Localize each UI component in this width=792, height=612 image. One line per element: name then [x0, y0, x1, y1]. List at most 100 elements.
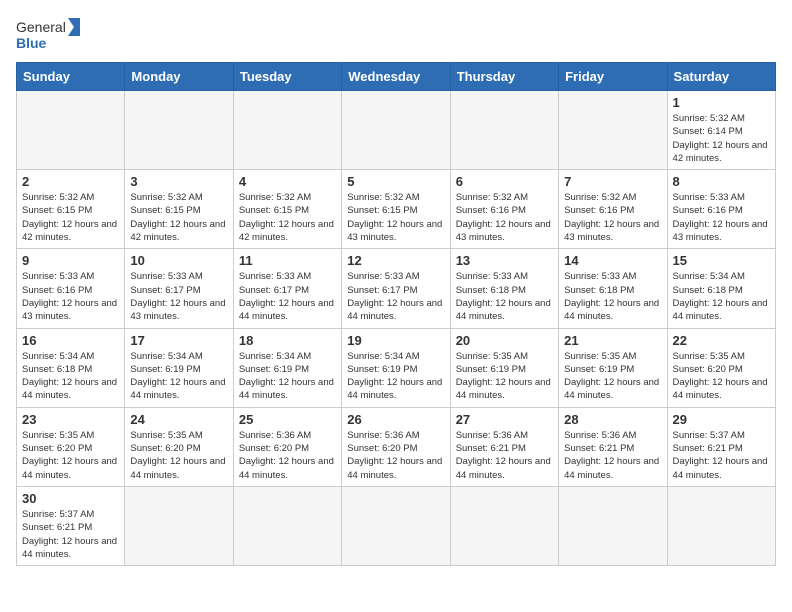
- day-info: Sunrise: 5:32 AM Sunset: 6:15 PM Dayligh…: [347, 191, 444, 244]
- day-info: Sunrise: 5:35 AM Sunset: 6:20 PM Dayligh…: [130, 429, 227, 482]
- day-cell: 16 Sunrise: 5:34 AM Sunset: 6:18 PM Dayli…: [17, 328, 125, 407]
- day-info: Sunrise: 5:35 AM Sunset: 6:20 PM Dayligh…: [22, 429, 119, 482]
- week-row-3: 9 Sunrise: 5:33 AM Sunset: 6:16 PM Daylig…: [17, 249, 776, 328]
- day-cell: 28Sunrise: 5:36 AM Sunset: 6:21 PM Dayli…: [559, 407, 667, 486]
- day-number: 9: [22, 253, 119, 268]
- day-cell: [342, 486, 450, 565]
- day-number: 8: [673, 174, 770, 189]
- day-info: Sunrise: 5:33 AM Sunset: 6:17 PM Dayligh…: [130, 270, 227, 323]
- day-cell: [559, 486, 667, 565]
- day-cell: 21 Sunrise: 5:35 AM Sunset: 6:19 PM Dayli…: [559, 328, 667, 407]
- day-number: 13: [456, 253, 553, 268]
- day-cell: 18Sunrise: 5:34 AM Sunset: 6:19 PM Dayli…: [233, 328, 341, 407]
- day-number: 21: [564, 333, 661, 348]
- day-number: 22: [673, 333, 770, 348]
- day-cell: 30 Sunrise: 5:37 AM Sunset: 6:21 PM Dayli…: [17, 486, 125, 565]
- day-cell: [450, 91, 558, 170]
- day-number: 16: [22, 333, 119, 348]
- weekday-header-wednesday: Wednesday: [342, 63, 450, 91]
- day-cell: 7 Sunrise: 5:32 AM Sunset: 6:16 PM Daylig…: [559, 170, 667, 249]
- weekday-header-sunday: Sunday: [17, 63, 125, 91]
- day-info: Sunrise: 5:36 AM Sunset: 6:20 PM Dayligh…: [347, 429, 444, 482]
- day-info: Sunrise: 5:37 AM Sunset: 6:21 PM Dayligh…: [673, 429, 770, 482]
- week-row-6: 30 Sunrise: 5:37 AM Sunset: 6:21 PM Dayli…: [17, 486, 776, 565]
- day-cell: 14 Sunrise: 5:33 AM Sunset: 6:18 PM Dayli…: [559, 249, 667, 328]
- day-info: Sunrise: 5:33 AM Sunset: 6:16 PM Dayligh…: [22, 270, 119, 323]
- day-cell: 19 Sunrise: 5:34 AM Sunset: 6:19 PM Dayli…: [342, 328, 450, 407]
- day-cell: 5Sunrise: 5:32 AM Sunset: 6:15 PM Daylig…: [342, 170, 450, 249]
- day-cell: [559, 91, 667, 170]
- day-info: Sunrise: 5:32 AM Sunset: 6:14 PM Dayligh…: [673, 112, 770, 165]
- day-cell: [233, 91, 341, 170]
- day-cell: 11 Sunrise: 5:33 AM Sunset: 6:17 PM Dayli…: [233, 249, 341, 328]
- day-number: 19: [347, 333, 444, 348]
- day-number: 29: [673, 412, 770, 427]
- day-cell: 22 Sunrise: 5:35 AM Sunset: 6:20 PM Dayli…: [667, 328, 775, 407]
- day-number: 3: [130, 174, 227, 189]
- day-cell: 17Sunrise: 5:34 AM Sunset: 6:19 PM Dayli…: [125, 328, 233, 407]
- day-number: 12: [347, 253, 444, 268]
- logo: GeneralBlue: [16, 16, 86, 54]
- weekday-header-thursday: Thursday: [450, 63, 558, 91]
- day-info: Sunrise: 5:32 AM Sunset: 6:16 PM Dayligh…: [564, 191, 661, 244]
- day-info: Sunrise: 5:34 AM Sunset: 6:19 PM Dayligh…: [347, 350, 444, 403]
- day-info: Sunrise: 5:36 AM Sunset: 6:21 PM Dayligh…: [456, 429, 553, 482]
- day-cell: 24Sunrise: 5:35 AM Sunset: 6:20 PM Dayli…: [125, 407, 233, 486]
- day-cell: [17, 91, 125, 170]
- day-number: 7: [564, 174, 661, 189]
- weekday-header-saturday: Saturday: [667, 63, 775, 91]
- day-number: 11: [239, 253, 336, 268]
- day-number: 30: [22, 491, 119, 506]
- day-info: Sunrise: 5:34 AM Sunset: 6:18 PM Dayligh…: [673, 270, 770, 323]
- day-cell: 20Sunrise: 5:35 AM Sunset: 6:19 PM Dayli…: [450, 328, 558, 407]
- day-cell: 29 Sunrise: 5:37 AM Sunset: 6:21 PM Dayli…: [667, 407, 775, 486]
- day-cell: 27 Sunrise: 5:36 AM Sunset: 6:21 PM Dayli…: [450, 407, 558, 486]
- day-cell: 12 Sunrise: 5:33 AM Sunset: 6:17 PM Dayli…: [342, 249, 450, 328]
- day-cell: [450, 486, 558, 565]
- day-info: Sunrise: 5:37 AM Sunset: 6:21 PM Dayligh…: [22, 508, 119, 561]
- generalblue-logo-icon: GeneralBlue: [16, 16, 86, 54]
- day-cell: 8Sunrise: 5:33 AM Sunset: 6:16 PM Daylig…: [667, 170, 775, 249]
- weekday-header-row: SundayMondayTuesdayWednesdayThursdayFrid…: [17, 63, 776, 91]
- week-row-1: 1Sunrise: 5:32 AM Sunset: 6:14 PM Daylig…: [17, 91, 776, 170]
- day-info: Sunrise: 5:33 AM Sunset: 6:17 PM Dayligh…: [347, 270, 444, 323]
- day-cell: [125, 486, 233, 565]
- day-info: Sunrise: 5:33 AM Sunset: 6:18 PM Dayligh…: [564, 270, 661, 323]
- day-cell: [233, 486, 341, 565]
- day-info: Sunrise: 5:32 AM Sunset: 6:15 PM Dayligh…: [239, 191, 336, 244]
- day-cell: 15 Sunrise: 5:34 AM Sunset: 6:18 PM Dayli…: [667, 249, 775, 328]
- day-number: 14: [564, 253, 661, 268]
- day-cell: [667, 486, 775, 565]
- day-cell: 2Sunrise: 5:32 AM Sunset: 6:15 PM Daylig…: [17, 170, 125, 249]
- weekday-header-monday: Monday: [125, 63, 233, 91]
- day-info: Sunrise: 5:35 AM Sunset: 6:20 PM Dayligh…: [673, 350, 770, 403]
- day-info: Sunrise: 5:33 AM Sunset: 6:17 PM Dayligh…: [239, 270, 336, 323]
- svg-text:Blue: Blue: [16, 35, 47, 51]
- weekday-header-friday: Friday: [559, 63, 667, 91]
- day-number: 27: [456, 412, 553, 427]
- calendar-table: SundayMondayTuesdayWednesdayThursdayFrid…: [16, 62, 776, 566]
- day-info: Sunrise: 5:36 AM Sunset: 6:21 PM Dayligh…: [564, 429, 661, 482]
- week-row-2: 2 Sunrise: 5:32 AM Sunset: 6:15 PM Daylig…: [17, 170, 776, 249]
- day-info: Sunrise: 5:32 AM Sunset: 6:15 PM Dayligh…: [130, 191, 227, 244]
- day-info: Sunrise: 5:34 AM Sunset: 6:19 PM Dayligh…: [239, 350, 336, 403]
- day-number: 10: [130, 253, 227, 268]
- day-info: Sunrise: 5:35 AM Sunset: 6:19 PM Dayligh…: [564, 350, 661, 403]
- day-cell: 25 Sunrise: 5:36 AM Sunset: 6:20 PM Dayli…: [233, 407, 341, 486]
- day-cell: 6Sunrise: 5:32 AM Sunset: 6:16 PM Daylig…: [450, 170, 558, 249]
- day-cell: 1Sunrise: 5:32 AM Sunset: 6:14 PM Daylig…: [667, 91, 775, 170]
- day-info: Sunrise: 5:36 AM Sunset: 6:20 PM Dayligh…: [239, 429, 336, 482]
- day-number: 2: [22, 174, 119, 189]
- day-cell: 10 Sunrise: 5:33 AM Sunset: 6:17 PM Dayli…: [125, 249, 233, 328]
- day-cell: 23Sunrise: 5:35 AM Sunset: 6:20 PM Dayli…: [17, 407, 125, 486]
- day-info: Sunrise: 5:33 AM Sunset: 6:18 PM Dayligh…: [456, 270, 553, 323]
- day-cell: 13 Sunrise: 5:33 AM Sunset: 6:18 PM Dayli…: [450, 249, 558, 328]
- week-row-4: 16 Sunrise: 5:34 AM Sunset: 6:18 PM Dayli…: [17, 328, 776, 407]
- day-number: 25: [239, 412, 336, 427]
- week-row-5: 23Sunrise: 5:35 AM Sunset: 6:20 PM Dayli…: [17, 407, 776, 486]
- day-cell: 3 Sunrise: 5:32 AM Sunset: 6:15 PM Daylig…: [125, 170, 233, 249]
- day-number: 15: [673, 253, 770, 268]
- day-info: Sunrise: 5:34 AM Sunset: 6:18 PM Dayligh…: [22, 350, 119, 403]
- day-cell: 26Sunrise: 5:36 AM Sunset: 6:20 PM Dayli…: [342, 407, 450, 486]
- day-info: Sunrise: 5:32 AM Sunset: 6:16 PM Dayligh…: [456, 191, 553, 244]
